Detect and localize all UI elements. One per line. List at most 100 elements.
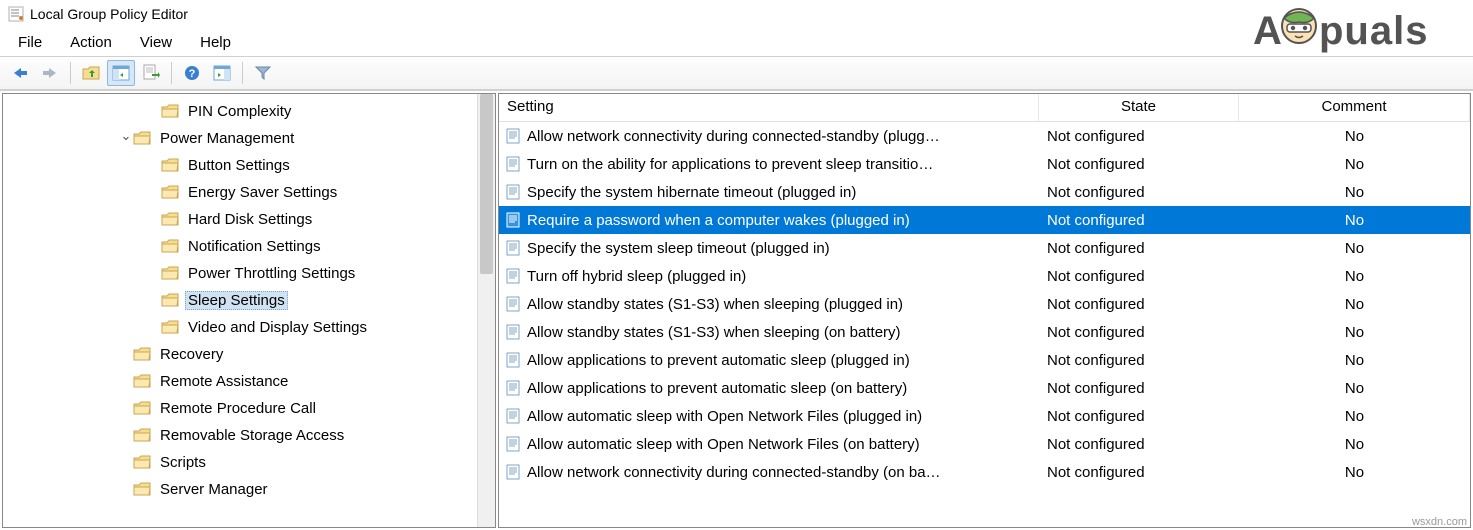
comment-label: No xyxy=(1239,324,1470,341)
setting-label: Specify the system sleep timeout (plugge… xyxy=(527,240,830,257)
app-icon xyxy=(8,6,24,22)
list-body[interactable]: Allow network connectivity during connec… xyxy=(499,122,1470,486)
list-row[interactable]: Allow standby states (S1-S3) when sleepi… xyxy=(499,290,1470,318)
policy-icon xyxy=(505,464,521,480)
folder-icon xyxy=(161,185,179,200)
list-row[interactable]: Require a password when a computer wakes… xyxy=(499,206,1470,234)
comment-label: No xyxy=(1239,464,1470,481)
state-label: Not configured xyxy=(1039,296,1239,313)
list-row[interactable]: Allow applications to prevent automatic … xyxy=(499,374,1470,402)
state-label: Not configured xyxy=(1039,128,1239,145)
show-hide-tree-button[interactable] xyxy=(107,60,135,86)
setting-label: Turn off hybrid sleep (plugged in) xyxy=(527,268,746,285)
back-button[interactable] xyxy=(6,60,34,86)
comment-label: No xyxy=(1239,436,1470,453)
tree-item-label: PIN Complexity xyxy=(185,102,294,121)
tree-item[interactable]: Remote Assistance xyxy=(3,368,495,395)
toolbar: ? xyxy=(0,56,1473,90)
tree-item[interactable]: Recovery xyxy=(3,341,495,368)
forward-button[interactable] xyxy=(36,60,64,86)
list-row[interactable]: Specify the system sleep timeout (plugge… xyxy=(499,234,1470,262)
setting-label: Allow applications to prevent automatic … xyxy=(527,380,907,397)
column-comment[interactable]: Comment xyxy=(1239,94,1470,121)
setting-label: Allow automatic sleep with Open Network … xyxy=(527,436,920,453)
policy-icon xyxy=(505,436,521,452)
tree-item-label: Video and Display Settings xyxy=(185,318,370,337)
tree-item[interactable]: Remote Procedure Call xyxy=(3,395,495,422)
filter-button[interactable] xyxy=(249,60,277,86)
list-row[interactable]: Allow applications to prevent automatic … xyxy=(499,346,1470,374)
folder-icon xyxy=(133,401,151,416)
policy-icon xyxy=(505,296,521,312)
state-label: Not configured xyxy=(1039,380,1239,397)
tree-item[interactable]: ⌄Power Management xyxy=(3,125,495,152)
setting-label: Require a password when a computer wakes… xyxy=(527,212,910,229)
column-setting[interactable]: Setting xyxy=(499,94,1039,121)
menu-file[interactable]: File xyxy=(4,32,56,53)
tree-item-label: Remote Assistance xyxy=(157,372,291,391)
tree-item[interactable]: Video and Display Settings xyxy=(3,314,495,341)
folder-icon xyxy=(133,455,151,470)
setting-label: Allow automatic sleep with Open Network … xyxy=(527,408,922,425)
toolbar-separator xyxy=(242,62,243,84)
tree-item[interactable]: Scripts xyxy=(3,449,495,476)
toolbar-separator xyxy=(70,62,71,84)
state-label: Not configured xyxy=(1039,464,1239,481)
export-list-button[interactable] xyxy=(137,60,165,86)
setting-label: Allow network connectivity during connec… xyxy=(527,128,940,145)
comment-label: No xyxy=(1239,408,1470,425)
tree[interactable]: PIN Complexity ⌄Power ManagementButton Se… xyxy=(3,94,495,507)
tree-item[interactable]: Energy Saver Settings xyxy=(3,179,495,206)
tree-item-label: Removable Storage Access xyxy=(157,426,347,445)
folder-icon xyxy=(161,104,179,119)
state-label: Not configured xyxy=(1039,324,1239,341)
tree-item[interactable]: Sleep Settings xyxy=(3,287,495,314)
window-title: Local Group Policy Editor xyxy=(30,6,188,22)
list-row[interactable]: Allow standby states (S1-S3) when sleepi… xyxy=(499,318,1470,346)
folder-icon xyxy=(133,131,151,146)
up-level-button[interactable] xyxy=(77,60,105,86)
tree-item[interactable]: PIN Complexity xyxy=(3,98,495,125)
column-state[interactable]: State xyxy=(1039,94,1239,121)
tree-item[interactable]: Button Settings xyxy=(3,152,495,179)
list-row[interactable]: Turn off hybrid sleep (plugged in)Not co… xyxy=(499,262,1470,290)
state-label: Not configured xyxy=(1039,184,1239,201)
tree-item[interactable]: Notification Settings xyxy=(3,233,495,260)
menu-view[interactable]: View xyxy=(126,32,186,53)
tree-item[interactable]: Hard Disk Settings xyxy=(3,206,495,233)
policy-icon xyxy=(505,240,521,256)
comment-label: No xyxy=(1239,380,1470,397)
list-row[interactable]: Allow automatic sleep with Open Network … xyxy=(499,430,1470,458)
tree-item-label: Power Throttling Settings xyxy=(185,264,358,283)
state-label: Not configured xyxy=(1039,212,1239,229)
show-hide-action-pane-button[interactable] xyxy=(208,60,236,86)
tree-item[interactable]: Server Manager xyxy=(3,476,495,503)
list-row[interactable]: Allow network connectivity during connec… xyxy=(499,122,1470,150)
menu-help[interactable]: Help xyxy=(186,32,245,53)
tree-pane: PIN Complexity ⌄Power ManagementButton Se… xyxy=(2,93,496,528)
tree-item[interactable]: Removable Storage Access xyxy=(3,422,495,449)
scrollbar-thumb[interactable] xyxy=(480,94,493,274)
tree-item-label: Energy Saver Settings xyxy=(185,183,340,202)
list-row[interactable]: Specify the system hibernate timeout (pl… xyxy=(499,178,1470,206)
chevron-down-icon[interactable]: ⌄ xyxy=(119,128,133,144)
state-label: Not configured xyxy=(1039,408,1239,425)
menu-action[interactable]: Action xyxy=(56,32,126,53)
policy-icon xyxy=(505,324,521,340)
svg-text:?: ? xyxy=(189,68,196,80)
help-button[interactable]: ? xyxy=(178,60,206,86)
tree-scrollbar[interactable] xyxy=(477,94,495,527)
list-row[interactable]: Allow network connectivity during connec… xyxy=(499,458,1470,486)
state-label: Not configured xyxy=(1039,436,1239,453)
comment-label: No xyxy=(1239,212,1470,229)
policy-icon xyxy=(505,380,521,396)
tree-item[interactable]: Power Throttling Settings xyxy=(3,260,495,287)
policy-icon xyxy=(505,212,521,228)
state-label: Not configured xyxy=(1039,352,1239,369)
list-row[interactable]: Turn on the ability for applications to … xyxy=(499,150,1470,178)
list-row[interactable]: Allow automatic sleep with Open Network … xyxy=(499,402,1470,430)
state-label: Not configured xyxy=(1039,240,1239,257)
setting-label: Allow standby states (S1-S3) when sleepi… xyxy=(527,324,901,341)
folder-icon xyxy=(161,212,179,227)
folder-icon xyxy=(133,374,151,389)
